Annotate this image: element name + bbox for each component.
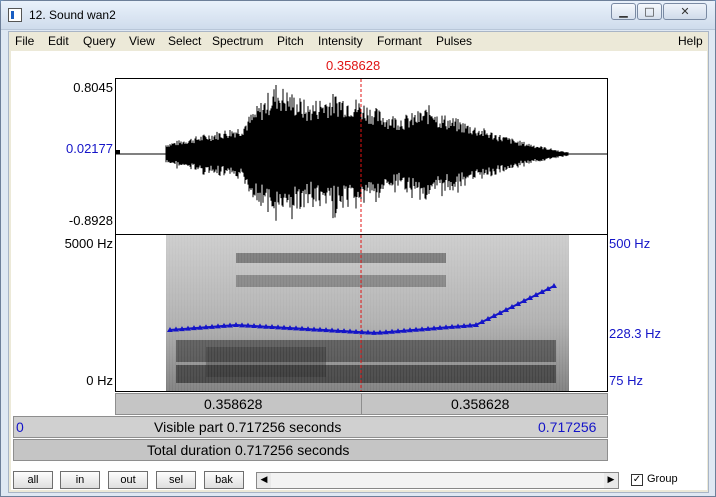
waveform-panel[interactable] [115,78,608,235]
time-bar-right-value: 0.358628 [451,396,510,412]
praat-window-icon [8,8,22,22]
window-title: 12. Sound wan2 [29,8,116,22]
visible-part-text: Visible part 0.717256 seconds [154,419,342,435]
total-duration-text: Total duration 0.717256 seconds [147,442,350,458]
menu-intensity[interactable]: Intensity [318,34,363,48]
maximize-icon: □ [644,5,655,18]
time-scrollbar[interactable]: ◀ ▶ [256,472,619,489]
time-bar-left-value: 0.358628 [204,396,263,412]
menu-bar: File Edit Query View Select Spectrum Pit… [9,32,709,50]
visible-start-value: 0 [16,419,24,435]
amplitude-min-label: -0.8928 [68,213,113,228]
menu-edit[interactable]: Edit [48,34,69,48]
menu-help[interactable]: Help [678,34,703,48]
scroll-left-arrow-icon[interactable]: ◀ [257,473,271,488]
client-area: File Edit Query View Select Spectrum Pit… [8,31,709,493]
amplitude-max-label: 0.8045 [73,80,113,95]
minimize-icon: ▁ [619,5,628,18]
spectrogram-svg [166,235,569,391]
title-bar[interactable]: 12. Sound wan2 ▁ □ ✕ [1,1,715,30]
pitch-mid-label: 228.3 Hz [609,326,662,341]
time-bar-divider [361,394,362,414]
menu-file[interactable]: File [15,34,34,48]
spectrogram-bottom-freq-label: 0 Hz [86,373,113,388]
cursor-time-label: 0.358628 [326,58,381,73]
spectrogram-panel[interactable] [115,234,608,392]
menu-spectrum[interactable]: Spectrum [212,34,263,48]
pitch-top-label: 500 Hz [609,236,651,251]
close-button[interactable]: ✕ [663,3,707,20]
spectrogram-top-freq-label: 5000 Hz [64,236,113,251]
menu-query[interactable]: Query [83,34,116,48]
maximize-button[interactable]: □ [637,3,662,20]
visible-part-bar[interactable]: 0 Visible part 0.717256 seconds 0.717256 [13,416,608,438]
sound-editor-area[interactable]: 0.358628 0.8045 0.02177 -0.8928 5000 Hz … [11,51,707,490]
menu-formant[interactable]: Formant [377,34,422,48]
zoom-back-button[interactable]: bak [204,471,244,489]
close-icon: ✕ [680,5,690,18]
scroll-right-arrow-icon[interactable]: ▶ [604,473,618,488]
zoom-in-button[interactable]: in [60,471,100,489]
waveform-marker [116,150,120,154]
minimize-button[interactable]: ▁ [611,3,636,20]
selection-time-bar[interactable]: 0.358628 0.358628 [115,393,608,415]
menu-pitch[interactable]: Pitch [277,34,304,48]
menu-view[interactable]: View [129,34,155,48]
amplitude-zero-label: 0.02177 [66,141,113,156]
waveform-svg [116,79,607,234]
menu-pulses[interactable]: Pulses [436,34,472,48]
menu-select[interactable]: Select [168,34,201,48]
zoom-all-button[interactable]: all [13,471,53,489]
bottom-toolbar: all in out sel bak ◀ ▶ ✓ Group [9,469,709,493]
total-duration-bar[interactable]: Total duration 0.717256 seconds [13,439,608,461]
zoom-out-button[interactable]: out [108,471,148,489]
pitch-bottom-label: 75 Hz [609,373,643,388]
waveform-trace [165,85,569,221]
formant-band [206,347,326,377]
group-label: Group [647,473,678,485]
praat-sound-window: 12. Sound wan2 ▁ □ ✕ File Edit Query Vie… [0,0,716,497]
zoom-selection-button[interactable]: sel [156,471,196,489]
visible-end-value: 0.717256 [538,419,597,435]
group-checkbox[interactable]: ✓ [631,474,643,486]
